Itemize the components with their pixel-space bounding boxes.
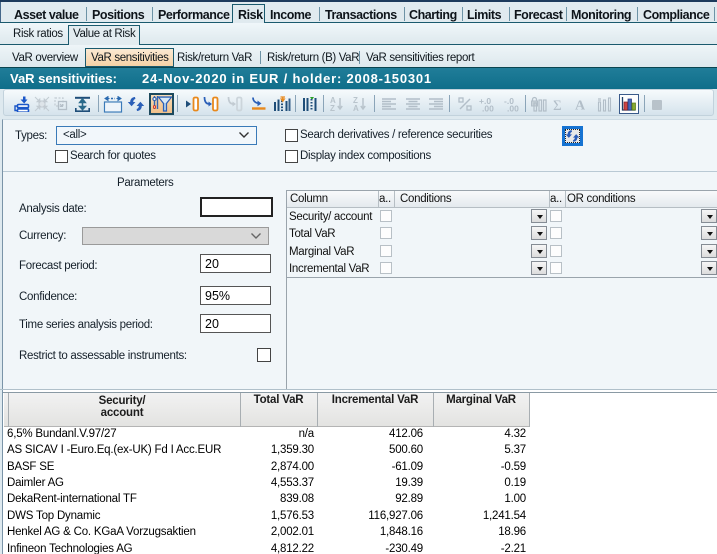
svg-text:Z: Z bbox=[330, 104, 335, 112]
svg-text:A: A bbox=[353, 104, 359, 112]
svg-text:.00: .00 bbox=[482, 104, 494, 113]
svg-text:.00: .00 bbox=[507, 104, 519, 113]
svg-text:Σ: Σ bbox=[553, 98, 562, 112]
svg-text:A: A bbox=[575, 99, 586, 113]
